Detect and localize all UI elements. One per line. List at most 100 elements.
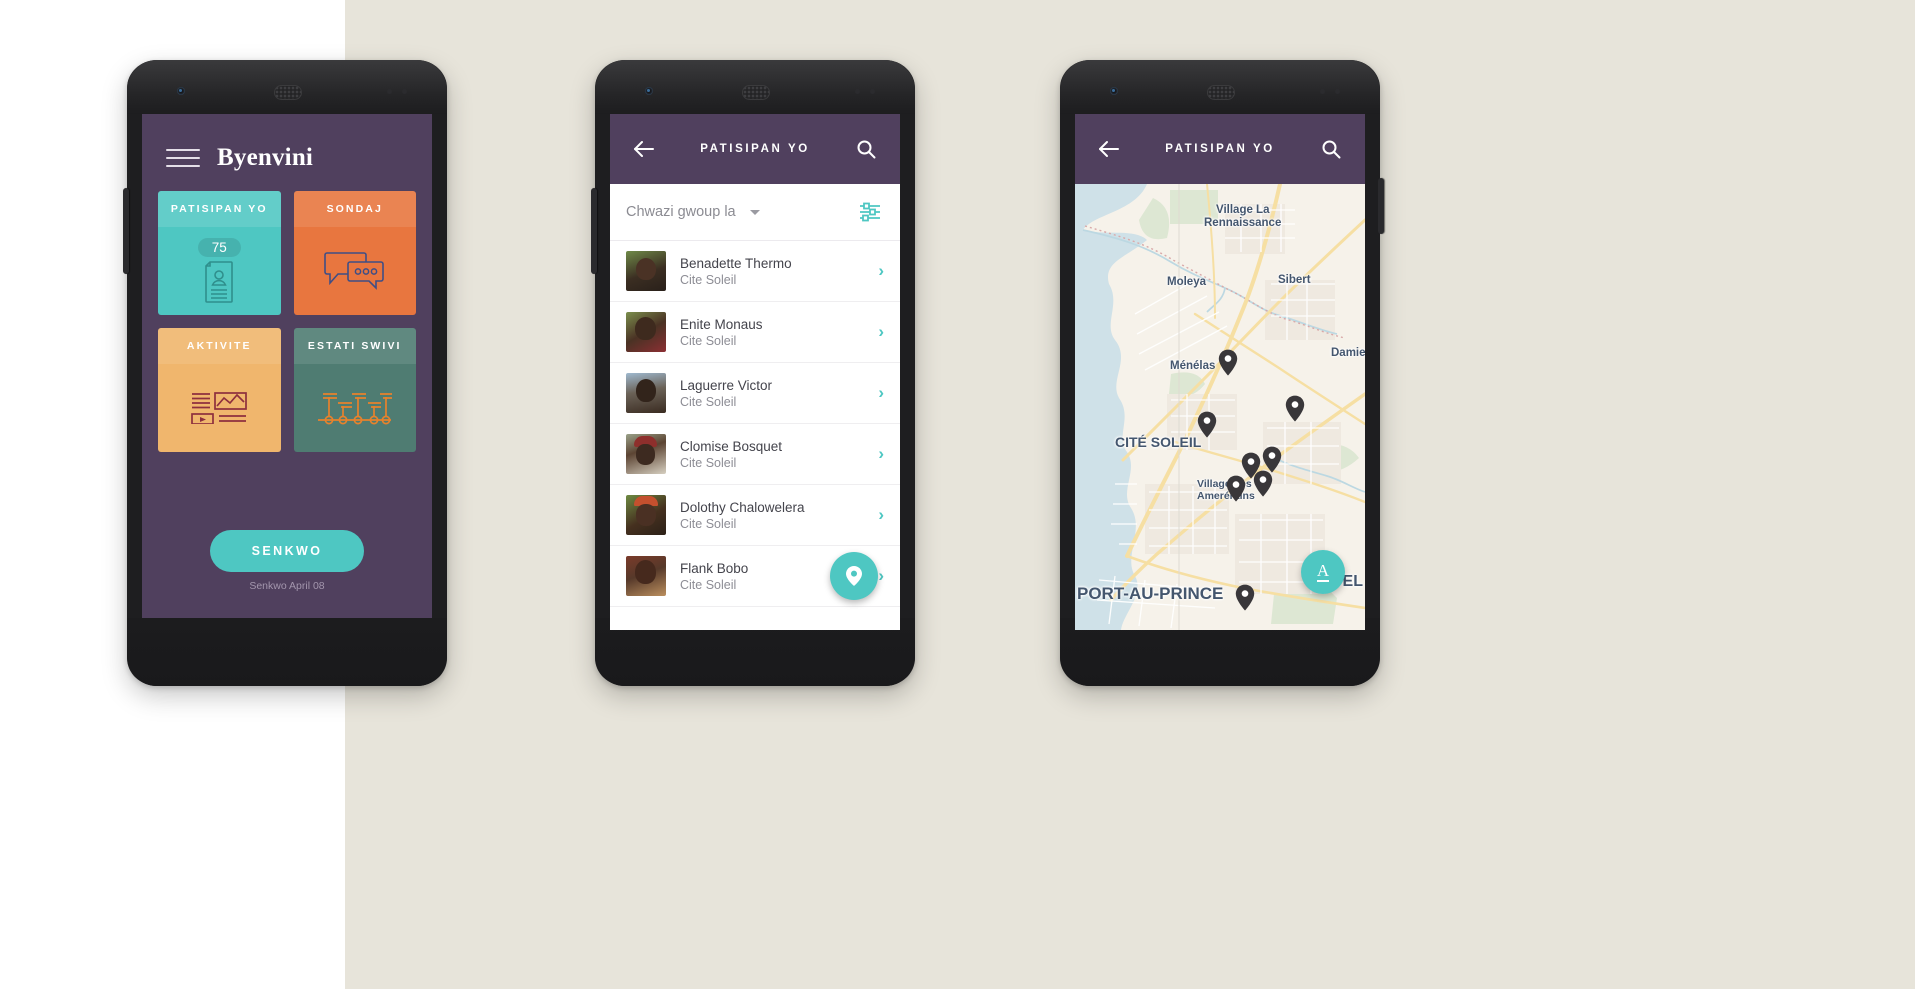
map-layer-fab[interactable]: A [1301,550,1345,594]
map-pin-icon[interactable] [1235,584,1255,611]
sliders-icon[interactable] [856,198,884,226]
avatar [626,434,666,474]
participant-name: Clomise Bosquet [680,438,783,454]
search-icon[interactable] [852,135,880,163]
map-view-fab[interactable] [830,552,878,600]
light-sensor-icon [402,89,407,94]
tile-label: ESTATI SWIVI [307,340,402,352]
filter-bar: Chwazi gwoup la [610,184,900,241]
phone3-screen: PATISIPAN YO Village La Rennaissance Mol… [1075,114,1365,630]
phone1-screen: Byenvini PATISIPAN YO 75 SONDAJ AKTIVITE… [142,114,432,618]
chevron-right-icon[interactable]: › [878,444,884,464]
app-bar-title: PATISIPAN YO [1165,143,1275,155]
avatar [626,495,666,535]
tile-header: AKTIVITE [158,328,281,364]
map-pin-icon[interactable] [1226,475,1246,502]
page-title: Byenvini [217,144,314,171]
tile-body [294,227,417,315]
map-pin-icon[interactable] [1253,470,1273,497]
participant-place: Cite Soleil [680,455,737,470]
phone-device-list: PATISIPAN YO Chwazi gwoup la Benadette T… [591,60,915,686]
map-label: Sibert [1278,274,1311,286]
tile-header: SONDAJ [293,191,416,227]
list-item[interactable]: Enite Monaus Cite Soleil › [610,302,900,363]
proximity-sensor-icon [387,89,392,94]
tile-patisipan-yo[interactable]: PATISIPAN YO 75 [158,191,281,315]
arrow-left-icon[interactable] [1095,135,1123,163]
phone2-volume-button[interactable] [591,188,597,274]
timeline-chart-icon [317,393,392,425]
tile-body [158,364,281,452]
map-label: PORT-AU-PRINCE [1077,584,1224,603]
map-label: Damien [1331,347,1365,359]
participant-name: Benadette Thermo [680,255,792,271]
map-pin-icon[interactable] [1285,395,1305,422]
media-article-icon [191,392,248,424]
earpiece-speaker-icon [1207,85,1235,100]
hamburger-icon[interactable] [166,149,200,167]
chevron-right-icon[interactable]: › [878,505,884,525]
earpiece-speaker-icon [274,85,302,100]
id-document-icon [205,261,234,303]
tile-label: AKTIVITE [186,340,252,352]
front-camera-icon [177,87,185,95]
map-pin-icon[interactable] [1218,349,1238,376]
search-icon[interactable] [1317,135,1345,163]
list-item-text: Clomise Bosquet Cite Soleil [680,438,878,471]
tile-header: ESTATI SWIVI [293,328,416,364]
list-item[interactable]: Benadette Thermo Cite Soleil › [610,241,900,302]
dashboard-tile-grid: PATISIPAN YO 75 SONDAJ AKTIVITE ESTATI S… [142,172,432,452]
phone3-top-bezel [1060,60,1380,114]
participant-place: Cite Soleil [680,333,737,348]
list-item-text: Enite Monaus Cite Soleil [680,316,878,349]
tile-estati-swivi[interactable]: ESTATI SWIVI [293,328,416,452]
map-pin-icon [846,566,862,586]
app-bar: PATISIPAN YO [610,114,900,184]
participant-place: Cite Soleil [680,272,737,287]
phone-device-map: PATISIPAN YO Village La Rennaissance Mol… [1060,60,1384,686]
dashboard-header: Byenvini [142,114,432,172]
chevron-right-icon[interactable]: › [878,322,884,342]
phone1-volume-button[interactable] [123,188,129,274]
chevron-right-icon[interactable]: › [878,566,884,586]
chevron-right-icon[interactable]: › [878,261,884,281]
map-label: Rennaissance [1204,217,1282,229]
tile-aktivite[interactable]: AKTIVITE [158,328,281,452]
list-item[interactable]: Clomise Bosquet Cite Soleil › [610,424,900,485]
chevron-down-icon [749,209,760,215]
tile-sondaj[interactable]: SONDAJ [293,191,417,315]
chat-bubbles-icon [323,252,384,290]
participant-place: Cite Soleil [680,394,737,409]
participant-place: Cite Soleil [680,516,737,531]
map-label: Moleya [1167,276,1206,288]
map-pin-icon[interactable] [1262,446,1282,473]
avatar [626,312,666,352]
phone2-screen: PATISIPAN YO Chwazi gwoup la Benadette T… [610,114,900,630]
arrow-left-icon[interactable] [630,135,658,163]
map-label: Ménélas [1170,360,1216,372]
tile-label: SONDAJ [326,203,383,215]
participant-name: Laguerre Victor [680,377,773,393]
map-label: CITÉ SOLEIL [1115,434,1202,450]
map-canvas[interactable]: Village LaRennaissance Moleya Sibert Damien… [1075,184,1365,630]
avatar [626,556,666,596]
map-pin-icon[interactable] [1197,411,1217,438]
earpiece-speaker-icon [742,85,770,100]
chevron-right-icon[interactable]: › [878,383,884,403]
list-item[interactable]: Dolothy Chalowelera Cite Soleil › [610,485,900,546]
tile-body: 75 [158,227,281,315]
tile-header: PATISIPAN YO [158,191,281,227]
participant-name: Enite Monaus [680,316,763,332]
phone1-bottom-bezel [127,618,447,686]
proximity-sensor-icon [1320,89,1325,94]
sync-status-text: Senkwo April 08 [249,580,325,592]
avatar [626,373,666,413]
list-item[interactable]: Laguerre Victor Cite Soleil › [610,363,900,424]
front-camera-icon [645,87,653,95]
phone-device-dashboard: Byenvini PATISIPAN YO 75 SONDAJ AKTIVITE… [123,60,447,686]
group-select[interactable]: Chwazi gwoup la [626,204,856,220]
app-bar-title: PATISIPAN YO [700,143,810,155]
map-label: Village La [1216,204,1270,216]
phone3-power-button[interactable] [1378,178,1384,234]
senkwo-button[interactable]: SENKWO [209,530,365,572]
